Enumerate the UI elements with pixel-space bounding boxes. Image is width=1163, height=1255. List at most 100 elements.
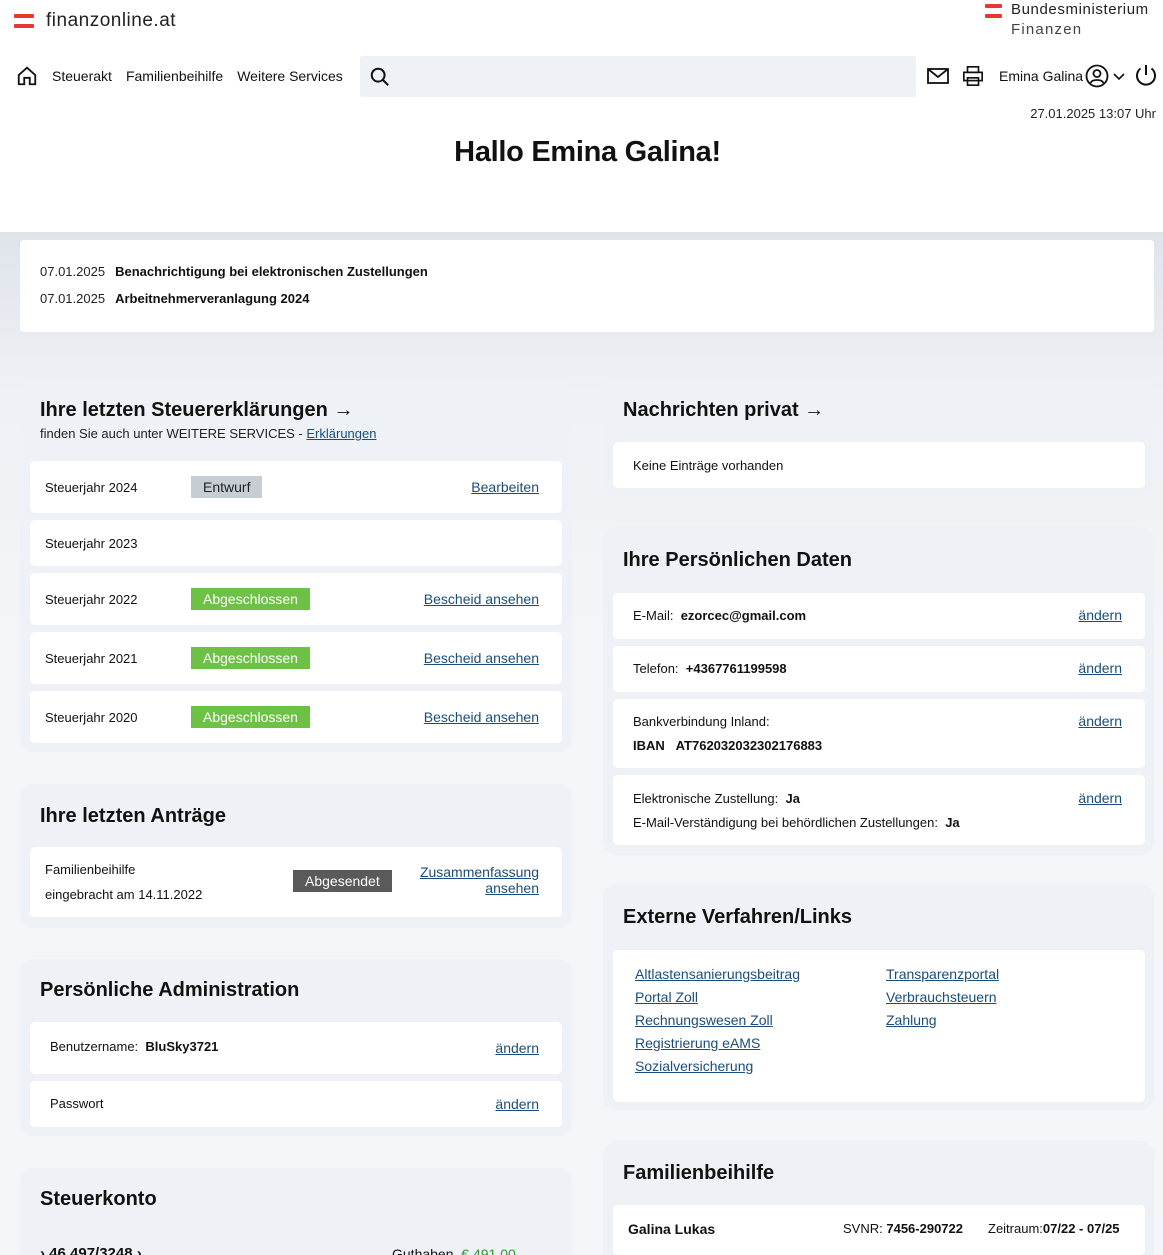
summary-link[interactable]: Zusammenfassung ansehen <box>420 864 539 896</box>
notifications-panel: 07.01.2025 Benachrichtigung bei elektron… <box>20 240 1154 332</box>
messages-card: Nachrichten privat → Keine Einträge vorh… <box>603 378 1154 496</box>
chevron-down-icon[interactable] <box>1113 72 1125 82</box>
view-assessment-link[interactable]: Bescheid ansehen <box>424 709 539 725</box>
email-notify-label: E-Mail-Verständigung bei behördlichen Zu… <box>633 815 938 830</box>
personal-data-title: Ihre Persönlichen Daten <box>623 549 852 571</box>
applications-card: Ihre letzten Anträge Familienbeihilfe ei… <box>20 784 572 928</box>
external-link[interactable]: Sozialversicherung <box>635 1058 800 1074</box>
svnr-label: SVNR: <box>843 1221 883 1236</box>
email-label-text: E-Mail: <box>633 608 674 623</box>
username-value: BluSky3721 <box>145 1039 219 1054</box>
messages-title-text: Nachrichten privat <box>623 399 799 421</box>
e-delivery: Elektronische Zustellung: Ja <box>633 791 800 806</box>
tax-year-row: Steuerjahr 2022 Abgeschlossen Bescheid a… <box>30 573 562 625</box>
username-label-text: Benutzername: <box>50 1039 139 1054</box>
external-link[interactable]: Altlastensanierungsbeitrag <box>635 966 800 982</box>
search-icon[interactable] <box>369 66 391 88</box>
messages-title[interactable]: Nachrichten privat → <box>623 399 824 422</box>
email-row: E-Mail: ezorcec@gmail.com ändern <box>613 593 1145 639</box>
nav-familienbeihilfe[interactable]: Familienbeihilfe <box>126 68 223 84</box>
status-badge: Entwurf <box>191 476 263 498</box>
notification-text[interactable]: Benachrichtigung bei elektronischen Zust… <box>115 264 428 279</box>
change-bank-link[interactable]: ändern <box>1078 713 1122 729</box>
messages-empty-row: Keine Einträge vorhanden <box>613 442 1145 488</box>
phone-label: Telefon: +4367761199598 <box>633 661 787 676</box>
user-name[interactable]: Emina Galina <box>999 68 1083 84</box>
user-account-icon[interactable] <box>1085 64 1109 88</box>
admin-card: Persönliche Administration Benutzername:… <box>20 959 572 1136</box>
external-link[interactable]: Transparenzportal <box>886 966 999 982</box>
change-email-link[interactable]: ändern <box>1078 607 1122 623</box>
status-badge: Abgesendet <box>293 870 392 892</box>
application-row: Familienbeihilfe eingebracht am 14.11.20… <box>30 847 562 917</box>
edit-link[interactable]: Bearbeiten <box>471 479 539 495</box>
tax-account-card: Steuerkonto › 46 497/3248 › Guthaben € 4… <box>20 1168 572 1255</box>
change-password-link[interactable]: ändern <box>495 1096 539 1112</box>
ministry-line2: Finanzen <box>1011 21 1083 38</box>
password-label: Passwort <box>50 1096 104 1111</box>
view-assessment-link[interactable]: Bescheid ansehen <box>424 591 539 607</box>
site-name: finanzonline.at <box>46 10 177 31</box>
status-badge: Abgeschlossen <box>191 647 310 669</box>
period-label: Zeitraum: <box>988 1221 1043 1236</box>
notification-item[interactable]: 07.01.2025 Arbeitnehmerveranlagung 2024 <box>40 291 1134 306</box>
tax-year-label: Steuerjahr 2021 <box>45 651 138 666</box>
status-badge: Abgeschlossen <box>191 706 310 728</box>
phone-value: +4367761199598 <box>685 661 787 676</box>
mail-icon[interactable] <box>927 67 949 85</box>
notification-text[interactable]: Arbeitnehmerveranlagung 2024 <box>115 291 309 306</box>
tax-year-label: Steuerjahr 2024 <box>45 480 138 495</box>
erklaerungen-link[interactable]: Erklärungen <box>306 426 376 441</box>
external-link[interactable]: Zahlung <box>886 1012 999 1028</box>
application-date: eingebracht am 14.11.2022 <box>45 887 203 902</box>
page-greeting: Hallo Emina Galina! <box>454 136 721 168</box>
finanzonline-logo[interactable]: finanzonline.at <box>14 10 176 32</box>
view-assessment-link[interactable]: Bescheid ansehen <box>424 650 539 666</box>
empty-text: Keine Einträge vorhanden <box>633 458 784 473</box>
home-icon[interactable] <box>16 65 38 87</box>
ministry-logo[interactable]: Bundesministerium Finanzen <box>985 1 1149 38</box>
notification-item[interactable]: 07.01.2025 Benachrichtigung bei elektron… <box>40 264 1134 279</box>
external-link[interactable]: Verbrauchsteuern <box>886 989 999 1005</box>
search-input[interactable] <box>398 56 908 97</box>
nav-weitere-services[interactable]: Weitere Services <box>237 68 343 84</box>
admin-title: Persönliche Administration <box>40 979 300 1001</box>
ministry-line1: Bundesministerium <box>1011 1 1149 18</box>
child-name: Galina Lukas <box>628 1221 716 1237</box>
period-value: 07/22 - 07/25 <box>1042 1221 1120 1236</box>
period: Zeitraum:07/22 - 07/25 <box>988 1221 1120 1236</box>
external-links-title: Externe Verfahren/Links <box>623 906 852 928</box>
main-nav: Steuerakt Familienbeihilfe Weitere Servi… <box>0 55 1163 97</box>
tax-returns-subtitle: finden Sie auch unter WEITERE SERVICES -… <box>40 426 376 441</box>
change-delivery-link[interactable]: ändern <box>1078 790 1122 806</box>
tax-year-row[interactable]: Steuerjahr 2023 <box>30 520 562 566</box>
tax-returns-title[interactable]: Ihre letzten Steuererklärungen → <box>40 399 353 422</box>
balance: Guthaben € 491,00 <box>392 1246 516 1255</box>
email-value: ezorcec@gmail.com <box>680 608 807 623</box>
email-label: E-Mail: ezorcec@gmail.com <box>633 608 806 623</box>
change-phone-link[interactable]: ändern <box>1078 660 1122 676</box>
bank-row: Bankverbindung Inland: IBAN AT7620320323… <box>613 699 1145 768</box>
top-header: finanzonline.at Bundesministerium Finanz… <box>0 0 1163 50</box>
child-row: Galina Lukas SVNR: 7456-290722 Zeitraum:… <box>613 1205 1145 1255</box>
summary-link-line2: ansehen <box>485 880 539 896</box>
username-label: Benutzername: BluSky3721 <box>50 1039 218 1054</box>
nav-steuerakt[interactable]: Steuerakt <box>52 68 112 84</box>
tax-returns-card: Ihre letzten Steuererklärungen → finden … <box>20 378 572 752</box>
tax-year-row: Steuerjahr 2024 Entwurf Bearbeiten <box>30 461 562 513</box>
svnr-value: 7456-290722 <box>886 1221 963 1236</box>
logout-power-icon[interactable] <box>1134 63 1158 87</box>
notification-date: 07.01.2025 <box>40 291 106 306</box>
tax-account-number[interactable]: › 46 497/3248 › <box>40 1245 142 1255</box>
external-link[interactable]: Portal Zoll <box>635 989 800 1005</box>
username-row: Benutzername: BluSky3721 ändern <box>30 1022 562 1074</box>
e-delivery-value: Ja <box>785 791 800 806</box>
family-allowance-title: Familienbeihilfe <box>623 1162 775 1184</box>
external-link[interactable]: Registrierung eAMS <box>635 1035 800 1051</box>
external-link[interactable]: Rechnungswesen Zoll <box>635 1012 800 1028</box>
printer-icon[interactable] <box>962 65 984 87</box>
change-username-link[interactable]: ändern <box>495 1040 539 1056</box>
delivery-row: Elektronische Zustellung: Ja E-Mail-Vers… <box>613 775 1145 845</box>
e-delivery-label: Elektronische Zustellung: <box>633 791 779 806</box>
applications-title: Ihre letzten Anträge <box>40 805 226 827</box>
